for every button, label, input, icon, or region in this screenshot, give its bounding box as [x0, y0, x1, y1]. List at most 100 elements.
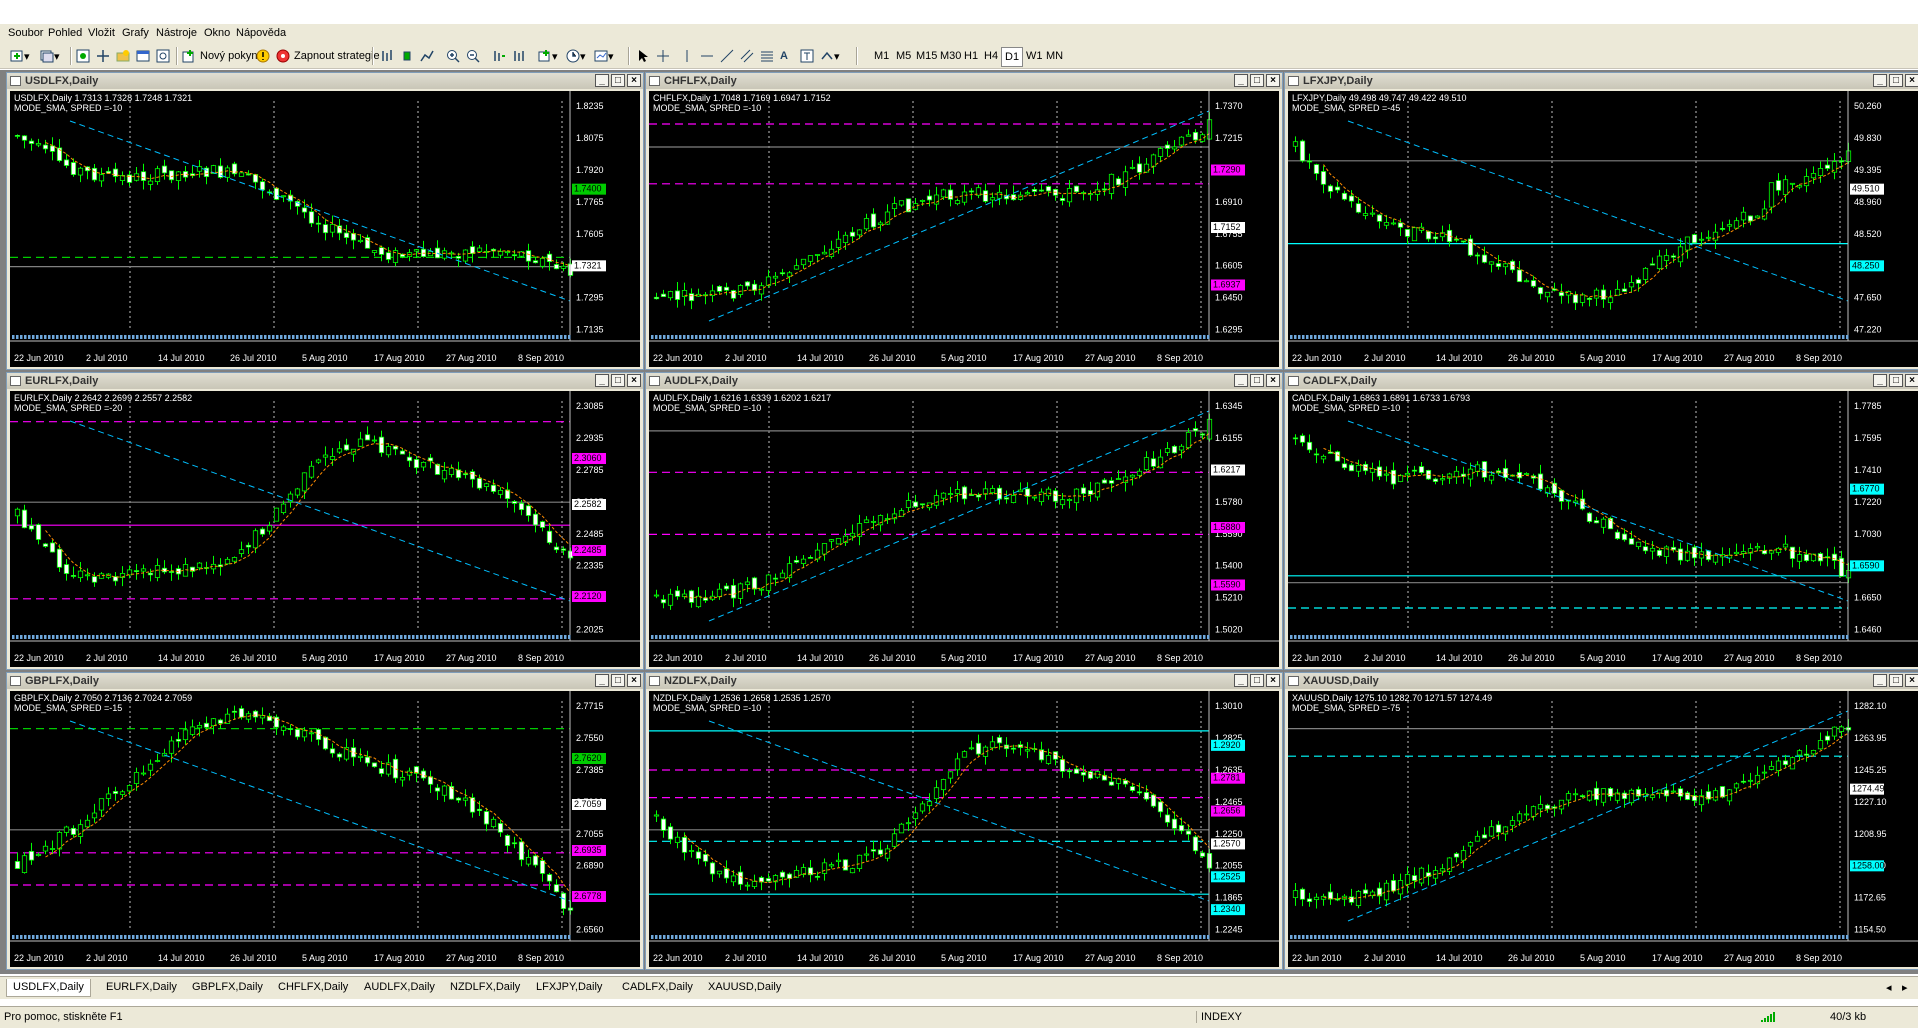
chart-window-titlebar[interactable]: CHFLFX,Daily _ □ × [646, 73, 1282, 89]
zoom-in-button[interactable] [446, 47, 460, 65]
close-button[interactable]: × [627, 374, 641, 387]
tab-nzdlfx[interactable]: NZDLFX,Daily [444, 979, 526, 997]
menu-vlozit[interactable]: Vložit [88, 27, 115, 39]
minimize-button[interactable]: _ [1873, 374, 1887, 387]
trendline-button[interactable] [720, 47, 734, 65]
price-chart[interactable]: 1.73701.72151.70651.69101.67551.66051.64… [649, 91, 1279, 367]
tab-xauusd[interactable]: XAUUSD,Daily [702, 979, 787, 997]
cursor-button[interactable] [636, 47, 650, 65]
tf-d1-button[interactable]: D1 [1001, 47, 1024, 67]
channel-button[interactable] [740, 47, 754, 65]
tf-h1-button[interactable]: H1 [964, 47, 978, 65]
menu-grafy[interactable]: Grafy [122, 27, 149, 39]
minimize-button[interactable]: _ [595, 674, 609, 687]
price-chart[interactable]: 2.30852.29352.27852.26352.24852.23352.21… [10, 391, 640, 667]
minimize-button[interactable]: _ [1234, 674, 1248, 687]
menu-napoveda[interactable]: Nápověda [236, 27, 286, 39]
chart-window[interactable]: CHFLFX,Daily_□× 1.73701.72151.70651.69101… [645, 72, 1283, 370]
horizontal-line-button[interactable] [700, 47, 714, 65]
tf-m5-button[interactable]: M5 [896, 47, 911, 65]
chart-window[interactable]: LFXJPY,Daily _ □ × 50.260 49.830 49.395 48.960 4… [1284, 72, 1918, 370]
arrows-button[interactable]: ▾ [820, 47, 840, 65]
chart-window[interactable]: NZDLFX,Daily _ □ × 1.3010 1.2825 1.2635 1.2465 1… [645, 672, 1283, 970]
tab-scroll-left[interactable]: ◂ [1880, 979, 1898, 997]
maximize-button[interactable]: □ [1250, 374, 1264, 387]
chart-window[interactable]: EURLFX,Daily_□× 2.30852.29352.27852.26352… [6, 372, 644, 670]
menu-okno[interactable]: Okno [204, 27, 230, 39]
chart-window[interactable]: USDLFX,Daily _ □ × 1.8235 1.8075 1.7920 1.7765 1… [6, 72, 644, 370]
minimize-button[interactable]: _ [1873, 74, 1887, 87]
chart-window-titlebar[interactable]: NZDLFX,Daily _ □ × [646, 673, 1282, 689]
close-button[interactable]: × [1266, 674, 1280, 687]
close-button[interactable]: × [1266, 374, 1280, 387]
templates-button[interactable]: ▾ [594, 47, 614, 65]
price-chart[interactable]: 1.63451.61551.59651.57801.55901.54001.52… [649, 391, 1279, 667]
chart-shift-button[interactable] [512, 47, 526, 65]
tf-h4-button[interactable]: H4 [984, 47, 998, 65]
close-button[interactable]: × [1905, 74, 1918, 87]
autoscroll-button[interactable] [492, 47, 506, 65]
price-chart[interactable]: 2.77152.75502.73852.72202.70552.68902.67… [10, 691, 640, 967]
new-order-button[interactable]: Nový pokyn [182, 47, 257, 65]
chart-window-titlebar[interactable]: CADLFX,Daily _ □ × [1285, 373, 1918, 389]
tab-gbplfx[interactable]: GBPLFX,Daily [186, 979, 269, 997]
minimize-button[interactable]: _ [1234, 374, 1248, 387]
tab-chflfx[interactable]: CHFLFX,Daily [272, 979, 354, 997]
price-chart[interactable]: 1.3010 1.2825 1.2635 1.2465 1.2250 1.2055 1.18… [649, 691, 1279, 967]
price-chart[interactable]: 1.82351.80751.79201.77651.76051.74501.72… [10, 91, 640, 367]
chart-window-titlebar[interactable]: LFXJPY,Daily _ □ × [1285, 73, 1918, 89]
fibonacci-button[interactable] [760, 47, 774, 65]
terminal-button[interactable] [136, 47, 150, 65]
metaeditor-button[interactable] [256, 47, 270, 65]
tf-m1-button[interactable]: M1 [874, 47, 889, 65]
tab-scroll-right[interactable]: ▸ [1896, 979, 1914, 997]
chart-window[interactable]: CADLFX,Daily _ □ × 1.7785 1.7595 1.7410 1.7220 1… [1284, 372, 1918, 670]
maximize-button[interactable]: □ [611, 374, 625, 387]
tab-lfxjpy[interactable]: LFXJPY,Daily [530, 979, 608, 997]
close-button[interactable]: × [627, 74, 641, 87]
crosshair-button[interactable] [656, 47, 670, 65]
minimize-button[interactable]: _ [595, 74, 609, 87]
bar-chart-button[interactable] [380, 47, 394, 65]
maximize-button[interactable]: □ [611, 674, 625, 687]
tab-audlfx[interactable]: AUDLFX,Daily [358, 979, 441, 997]
text-label-button[interactable] [800, 47, 814, 65]
menu-soubor[interactable]: Soubor [8, 27, 43, 39]
candle-chart-button[interactable] [400, 47, 414, 65]
profiles-button[interactable]: ▾ [40, 47, 60, 65]
tab-eurlfx[interactable]: EURLFX,Daily [100, 979, 183, 997]
menu-pohled[interactable]: Pohled [48, 27, 82, 39]
close-button[interactable]: × [1905, 374, 1918, 387]
market-watch-button[interactable] [76, 47, 90, 65]
price-chart[interactable]: 1282.101263.951245.251227.101208.951190.… [1288, 691, 1918, 967]
tf-m15-button[interactable]: M15 [916, 47, 937, 65]
tab-usdlfx[interactable]: USDLFX,Daily [6, 979, 91, 997]
chart-window-titlebar[interactable]: EURLFX,Daily _ □ × [7, 373, 643, 389]
vertical-line-button[interactable] [680, 47, 694, 65]
close-button[interactable]: × [1266, 74, 1280, 87]
chart-window-titlebar[interactable]: XAUUSD,Daily _ □ × [1285, 673, 1918, 689]
chart-window[interactable]: XAUUSD,Daily _ □ × 1282.10 1263.95 1245.25 1227… [1284, 672, 1918, 970]
maximize-button[interactable]: □ [1250, 74, 1264, 87]
data-window-button[interactable] [96, 47, 110, 65]
maximize-button[interactable]: □ [1889, 74, 1903, 87]
price-chart[interactable]: 50.26049.83049.39548.96048.52048.09047.6… [1288, 91, 1918, 367]
tf-w1-button[interactable]: W1 [1026, 47, 1043, 65]
chart-window-titlebar[interactable]: AUDLFX,Daily _ □ × [646, 373, 1282, 389]
zoom-out-button[interactable] [466, 47, 480, 65]
tab-cadlfx[interactable]: CADLFX,Daily [616, 979, 699, 997]
maximize-button[interactable]: □ [611, 74, 625, 87]
maximize-button[interactable]: □ [1889, 674, 1903, 687]
tf-m30-button[interactable]: M30 [940, 47, 961, 65]
price-chart[interactable]: 1.77851.75951.74101.72201.70301.68401.66… [1288, 391, 1918, 667]
start-strategy-button[interactable]: Zapnout strategie [276, 47, 380, 65]
chart-window-titlebar[interactable]: USDLFX,Daily _ □ × [7, 73, 643, 89]
chart-window-titlebar[interactable]: GBPLFX,Daily _ □ × [7, 673, 643, 689]
line-chart-button[interactable] [420, 47, 434, 65]
minimize-button[interactable]: _ [1234, 74, 1248, 87]
close-button[interactable]: × [1905, 674, 1918, 687]
new-chart-button[interactable]: ▾ [10, 47, 30, 65]
tf-mn-button[interactable]: MN [1046, 47, 1063, 65]
minimize-button[interactable]: _ [595, 374, 609, 387]
navigator-button[interactable] [116, 47, 130, 65]
